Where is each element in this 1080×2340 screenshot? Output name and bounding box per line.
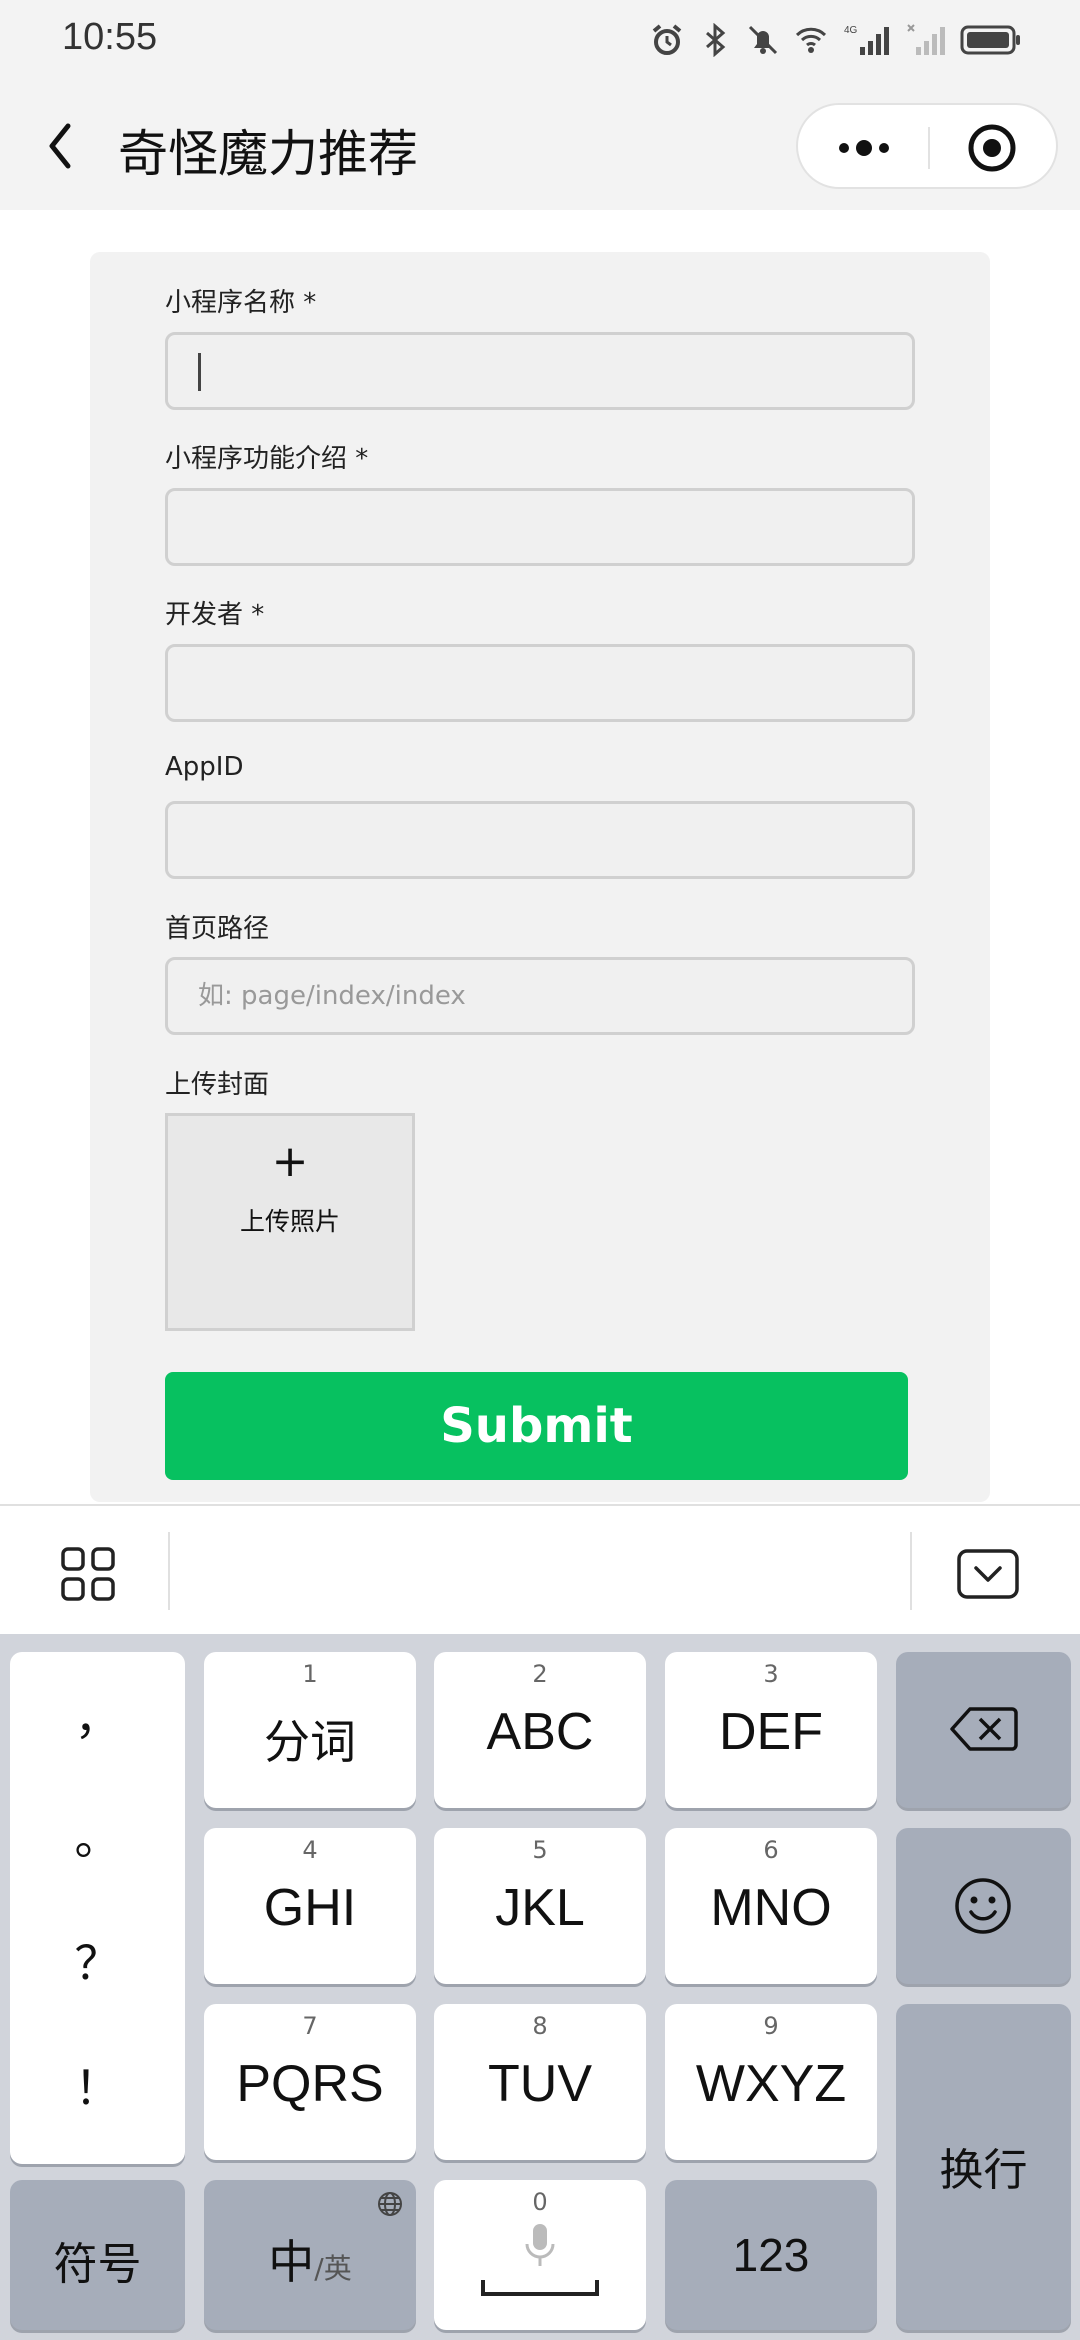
keyboard-collapse-icon[interactable] — [956, 1546, 1020, 1602]
key-number: 6 — [763, 1836, 779, 1864]
key-5[interactable]: 5 JKL — [434, 1828, 646, 1984]
enter-label: 换行 — [939, 2145, 1028, 2196]
field-label-developer: 开发者 * — [165, 600, 265, 630]
emoji-key[interactable] — [896, 1828, 1071, 1984]
upload-photo-label: 上传照片 — [239, 1207, 340, 1236]
key-label: DEF — [719, 1703, 823, 1761]
key-number: 9 — [763, 2012, 779, 2040]
keyboard: ， 。 ？ ！ 1 分词 2 ABC 3 DEF 4 GHI 5 JKL 6 M… — [0, 1634, 1080, 2340]
toolbar-divider — [168, 1532, 170, 1610]
key-number: 3 — [763, 1660, 779, 1688]
signal-2-icon — [907, 24, 945, 55]
battery-icon — [960, 25, 1020, 55]
grid-menu-icon[interactable] — [60, 1546, 116, 1602]
status-icons: 4G — [650, 20, 1022, 60]
lang-main-label: 中 — [268, 2235, 315, 2289]
mute-bell-icon — [748, 25, 778, 55]
name-input[interactable] — [168, 335, 912, 407]
backspace-icon — [950, 1707, 1018, 1751]
status-time: 10:55 — [62, 16, 158, 58]
field-label-name: 小程序名称 * — [165, 288, 317, 318]
key-6[interactable]: 6 MNO — [665, 1828, 877, 1984]
comma-key[interactable]: ， — [10, 1682, 185, 1748]
key-number: 8 — [532, 2012, 548, 2040]
key-number: 4 — [302, 1836, 318, 1864]
appid-input-field[interactable] — [165, 801, 915, 879]
key-7[interactable]: 7 PQRS — [204, 2004, 416, 2160]
key-label: GHI — [263, 1879, 357, 1937]
globe-icon — [378, 2192, 402, 2216]
key-number: 5 — [532, 1836, 548, 1864]
key-9[interactable]: 9 WXYZ — [665, 2004, 877, 2160]
key-number: 2 — [532, 1660, 548, 1688]
back-arrow-icon[interactable] — [40, 116, 80, 176]
question-key[interactable]: ？ — [10, 1927, 185, 1993]
field-label-appid: AppID — [165, 752, 244, 782]
space-key[interactable]: 0 — [434, 2180, 646, 2330]
name-input-field[interactable] — [165, 332, 915, 410]
numbers-label: 123 — [732, 2229, 810, 2281]
plus-icon: + — [271, 1136, 309, 1187]
symbols-label: 符号 — [53, 2239, 142, 2290]
alarm-icon — [652, 24, 682, 55]
enter-key[interactable]: 换行 — [896, 2004, 1071, 2330]
key-number: 0 — [532, 2188, 548, 2216]
key-2[interactable]: 2 ABC — [434, 1652, 646, 1808]
key-4[interactable]: 4 GHI — [204, 1828, 416, 1984]
submit-button[interactable]: Submit — [165, 1372, 908, 1480]
capsule-divider — [928, 127, 930, 169]
developer-input[interactable] — [168, 647, 912, 719]
symbols-key[interactable]: 符号 — [10, 2180, 185, 2330]
description-input[interactable] — [168, 491, 912, 563]
key-label: ABC — [486, 1703, 594, 1761]
exclamation-key[interactable]: ！ — [10, 2052, 185, 2118]
description-input-field[interactable] — [165, 488, 915, 566]
status-bar: 10:55 4G — [0, 0, 1080, 82]
key-number: 7 — [302, 2012, 318, 2040]
nav-bar: 奇怪魔力推荐 — [0, 82, 1080, 210]
backspace-key[interactable] — [896, 1652, 1071, 1808]
wifi-icon — [795, 27, 827, 53]
period-key[interactable]: 。 — [10, 1802, 185, 1868]
key-label: PQRS — [236, 2055, 384, 2113]
homepath-input-field[interactable] — [165, 957, 915, 1035]
field-label-description: 小程序功能介绍 * — [165, 444, 369, 474]
microphone-icon — [525, 2224, 555, 2266]
key-label: WXYZ — [695, 2055, 847, 2113]
close-target-icon[interactable] — [966, 122, 1018, 174]
language-switch-key[interactable]: 中/英 — [204, 2180, 416, 2330]
language-label: 中/英 — [204, 2226, 416, 2292]
text-cursor — [198, 353, 201, 391]
bluetooth-icon — [706, 23, 726, 57]
key-label: JKL — [495, 1879, 585, 1937]
key-label: 分词 — [264, 1715, 356, 1769]
key-number: 1 — [302, 1660, 318, 1688]
emoji-icon — [955, 1878, 1011, 1934]
punctuation-column[interactable]: ， 。 ？ ！ — [10, 1652, 185, 2164]
developer-input-field[interactable] — [165, 644, 915, 722]
field-label-homepath: 首页路径 — [165, 914, 270, 944]
svg-text:4G: 4G — [844, 25, 858, 36]
toolbar-divider — [910, 1532, 912, 1610]
numbers-key[interactable]: 123 — [665, 2180, 877, 2330]
key-label: TUV — [488, 2055, 592, 2113]
upload-photo-button[interactable]: + 上传照片 — [165, 1113, 415, 1331]
key-label: MNO — [710, 1879, 832, 1937]
page-title: 奇怪魔力推荐 — [118, 125, 418, 183]
appid-input[interactable] — [168, 804, 912, 876]
signal-icon: 4G — [844, 25, 889, 55]
menu-capsule — [796, 103, 1058, 189]
key-3[interactable]: 3 DEF — [665, 1652, 877, 1808]
field-label-cover: 上传封面 — [165, 1070, 270, 1100]
keyboard-toolbar — [0, 1504, 1080, 1634]
space-bar-icon — [481, 2280, 599, 2296]
lang-sub-label: /英 — [314, 2252, 352, 2285]
more-dots-icon[interactable] — [834, 133, 894, 163]
key-1[interactable]: 1 分词 — [204, 1652, 416, 1808]
key-8[interactable]: 8 TUV — [434, 2004, 646, 2160]
homepath-input[interactable] — [168, 960, 912, 1032]
